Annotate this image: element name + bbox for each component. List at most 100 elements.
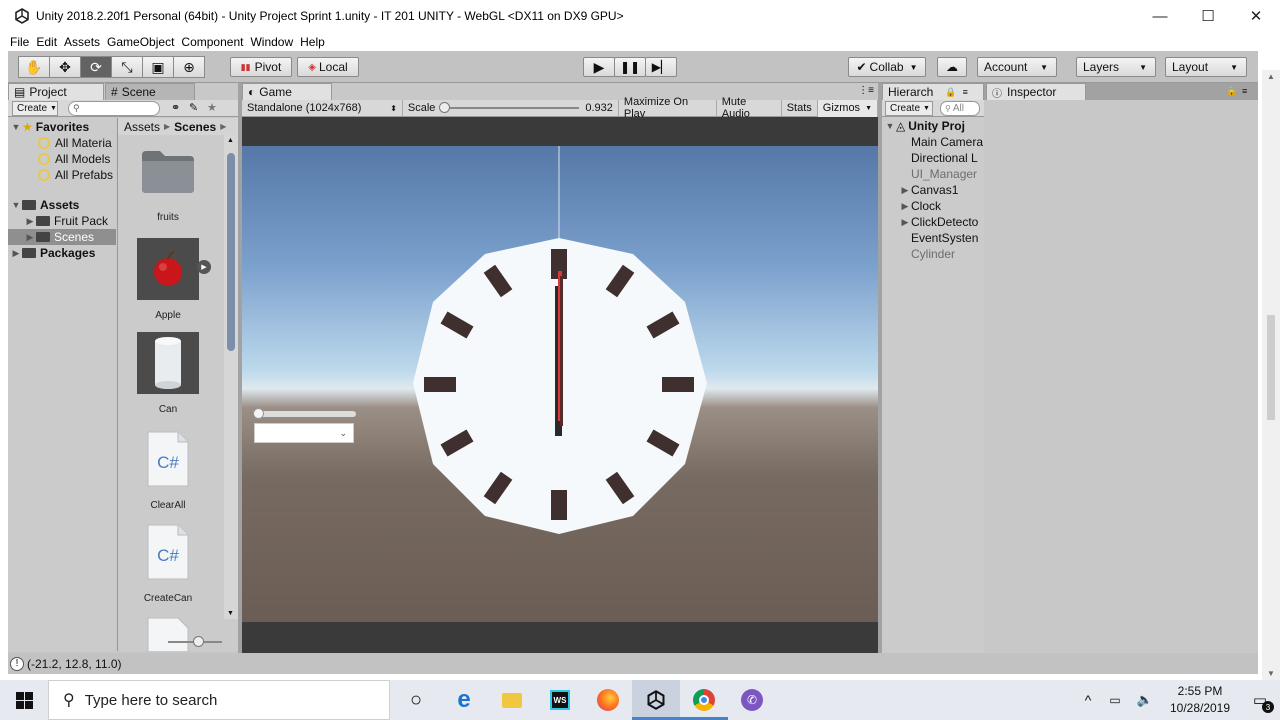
hierarchy-search-input[interactable]: ⚲ All bbox=[940, 101, 980, 116]
hierarchy-item[interactable]: ▶ ClickDetecto bbox=[899, 214, 979, 230]
scroll-down-icon[interactable]: ▼ bbox=[227, 610, 234, 617]
collapse-arrow-icon[interactable]: ▶ bbox=[899, 217, 911, 228]
file-explorer-button[interactable] bbox=[488, 680, 536, 720]
expand-arrow-icon[interactable]: ▼ bbox=[10, 200, 22, 210]
menu-window[interactable]: Window bbox=[250, 35, 293, 49]
minimize-button[interactable]: — bbox=[1136, 0, 1184, 32]
asset-fruits[interactable]: fruits bbox=[133, 140, 203, 223]
tab-inspector[interactable]: ⓘ Inspector bbox=[986, 83, 1086, 100]
asset-can[interactable]: Can bbox=[133, 332, 203, 415]
chevron-up-icon[interactable]: ^ bbox=[1076, 692, 1100, 708]
start-button[interactable] bbox=[0, 680, 48, 720]
game-ui-dropdown[interactable]: ⌄ bbox=[254, 423, 354, 443]
tab-game[interactable]: ◐ Game bbox=[242, 83, 332, 100]
lock-icon[interactable]: 🔒 bbox=[1226, 86, 1237, 97]
breadcrumb-scenes[interactable]: Scenes bbox=[174, 120, 216, 134]
tab-hierarchy[interactable]: Hierarch 🔒 ≡ bbox=[882, 83, 984, 100]
project-scrollbar[interactable]: ▲ ▼ bbox=[224, 135, 238, 619]
scrollbar-handle[interactable] bbox=[227, 153, 235, 351]
star-icon[interactable]: ★ bbox=[207, 101, 217, 114]
tab-project[interactable]: ▤ Project bbox=[8, 83, 104, 100]
slider-knob[interactable] bbox=[439, 102, 451, 113]
tree-favorites[interactable]: ▼ ★ Favorites bbox=[10, 119, 90, 135]
thumbnail-size-slider[interactable] bbox=[168, 636, 222, 647]
task-view-button[interactable]: ○ bbox=[392, 680, 440, 720]
panel-menu-icon[interactable]: ⋮≡ bbox=[858, 85, 874, 96]
scrollbar-handle[interactable] bbox=[1267, 315, 1275, 420]
tab-scene[interactable]: # Scene bbox=[105, 83, 195, 100]
transform-tool-icon[interactable]: ⊕ bbox=[173, 56, 205, 78]
webstorm-app-button[interactable]: WS bbox=[536, 680, 584, 720]
cloud-button[interactable]: ☁ bbox=[937, 57, 967, 77]
layers-dropdown[interactable]: Layers ▼ bbox=[1076, 57, 1156, 77]
mute-audio-toggle[interactable]: Mute Audio bbox=[717, 96, 782, 120]
hierarchy-item[interactable]: Directional L bbox=[911, 150, 978, 166]
window-scrollbar[interactable]: ▲ ▼ bbox=[1262, 70, 1280, 680]
menu-component[interactable]: Component bbox=[181, 35, 243, 49]
volume-icon[interactable]: 🔈 bbox=[1130, 692, 1160, 708]
notifications-button[interactable]: ▭ 3 bbox=[1240, 680, 1280, 720]
hierarchy-scene-root[interactable]: ▼ ◬ Unity Proj bbox=[884, 118, 965, 134]
expand-arrow-icon[interactable]: ▼ bbox=[10, 122, 22, 132]
panel-menu-icon[interactable]: ≡ bbox=[1242, 86, 1247, 96]
hierarchy-item[interactable]: ▶ Canvas1 bbox=[899, 182, 959, 198]
project-create-button[interactable]: Create ▼ bbox=[12, 101, 58, 116]
display-resolution-dropdown[interactable]: Standalone (1024x768) ⬍ bbox=[242, 99, 403, 117]
asset-createcan[interactable]: C# CreateCan bbox=[133, 521, 203, 604]
menu-help[interactable]: Help bbox=[300, 35, 325, 49]
firefox-app-button[interactable] bbox=[584, 680, 632, 720]
tree-packages[interactable]: ▶ Packages bbox=[10, 245, 96, 261]
play-preview-icon[interactable]: ▶ bbox=[197, 260, 211, 274]
edge-app-button[interactable]: e bbox=[440, 680, 488, 720]
viber-app-button[interactable]: ✆ bbox=[728, 680, 776, 720]
chrome-app-button[interactable] bbox=[680, 680, 728, 720]
menu-assets[interactable]: Assets bbox=[64, 35, 100, 49]
project-search-input[interactable]: ⚲ bbox=[68, 101, 160, 116]
menu-edit[interactable]: Edit bbox=[36, 35, 57, 49]
scroll-down-icon[interactable]: ▼ bbox=[1267, 669, 1275, 678]
asset-apple[interactable]: ▶ Apple bbox=[133, 238, 211, 321]
tree-fav-materials[interactable]: All Materia bbox=[38, 135, 112, 151]
hierarchy-item[interactable]: UI_Manager bbox=[911, 166, 977, 182]
step-button[interactable]: ▶▏ bbox=[645, 57, 677, 77]
lock-icon[interactable]: 🔒 bbox=[945, 87, 956, 98]
tree-assets[interactable]: ▼ Assets bbox=[10, 197, 80, 213]
tree-scenes[interactable]: ▶ Scenes bbox=[8, 229, 116, 245]
collapse-arrow-icon[interactable]: ▶ bbox=[899, 185, 911, 196]
tree-fav-prefabs[interactable]: All Prefabs bbox=[38, 167, 113, 183]
tree-fav-models[interactable]: All Models bbox=[38, 151, 110, 167]
stats-toggle[interactable]: Stats bbox=[782, 99, 818, 117]
breadcrumb-assets[interactable]: Assets bbox=[124, 120, 160, 134]
pause-button[interactable]: ❚❚ bbox=[614, 57, 646, 77]
label-icon[interactable]: ✎ bbox=[189, 101, 198, 114]
pivot-toggle[interactable]: ▮▮ Pivot bbox=[230, 57, 292, 77]
gizmos-dropdown[interactable]: Gizmos ▼ bbox=[817, 99, 878, 117]
close-button[interactable]: ✕ bbox=[1232, 0, 1280, 32]
taskbar-search-input[interactable]: ⚲ Type here to search bbox=[48, 680, 390, 720]
hierarchy-item[interactable]: Cylinder bbox=[911, 246, 955, 262]
slider-knob[interactable] bbox=[253, 408, 264, 419]
hierarchy-create-button[interactable]: Create ▼ bbox=[885, 101, 933, 116]
layout-dropdown[interactable]: Layout ▼ bbox=[1165, 57, 1247, 77]
taskbar-clock[interactable]: 2:55 PM 10/28/2019 bbox=[1160, 683, 1240, 717]
menu-file[interactable]: File bbox=[10, 35, 29, 49]
expand-arrow-icon[interactable]: ▼ bbox=[884, 121, 896, 131]
panel-menu-icon[interactable]: ≡ bbox=[963, 87, 968, 97]
scale-slider[interactable] bbox=[439, 102, 580, 113]
scale-tool-icon[interactable]: ⤡ bbox=[111, 56, 143, 78]
collab-dropdown[interactable]: ✔ Collab ▼ bbox=[848, 57, 926, 77]
maximize-on-play-toggle[interactable]: Maximize On Play bbox=[619, 96, 717, 120]
filter-type-icon[interactable]: ⚭ bbox=[171, 101, 180, 114]
game-ui-slider[interactable] bbox=[253, 408, 356, 419]
asset-partial[interactable] bbox=[133, 614, 203, 651]
slider-knob[interactable] bbox=[193, 636, 204, 647]
console-status-text[interactable]: (-21.2, 12.8, 11.0) bbox=[27, 657, 122, 671]
collapse-arrow-icon[interactable]: ▶ bbox=[899, 201, 911, 212]
hierarchy-item[interactable]: Main Camera bbox=[911, 134, 983, 150]
unity-app-button[interactable] bbox=[632, 680, 680, 720]
collapse-arrow-icon[interactable]: ▶ bbox=[24, 216, 36, 227]
asset-clearall[interactable]: C# ClearAll bbox=[133, 428, 203, 511]
move-tool-icon[interactable]: ✥ bbox=[49, 56, 81, 78]
hierarchy-item[interactable]: ▶ Clock bbox=[899, 198, 941, 214]
battery-icon[interactable]: ▭ bbox=[1100, 693, 1130, 707]
